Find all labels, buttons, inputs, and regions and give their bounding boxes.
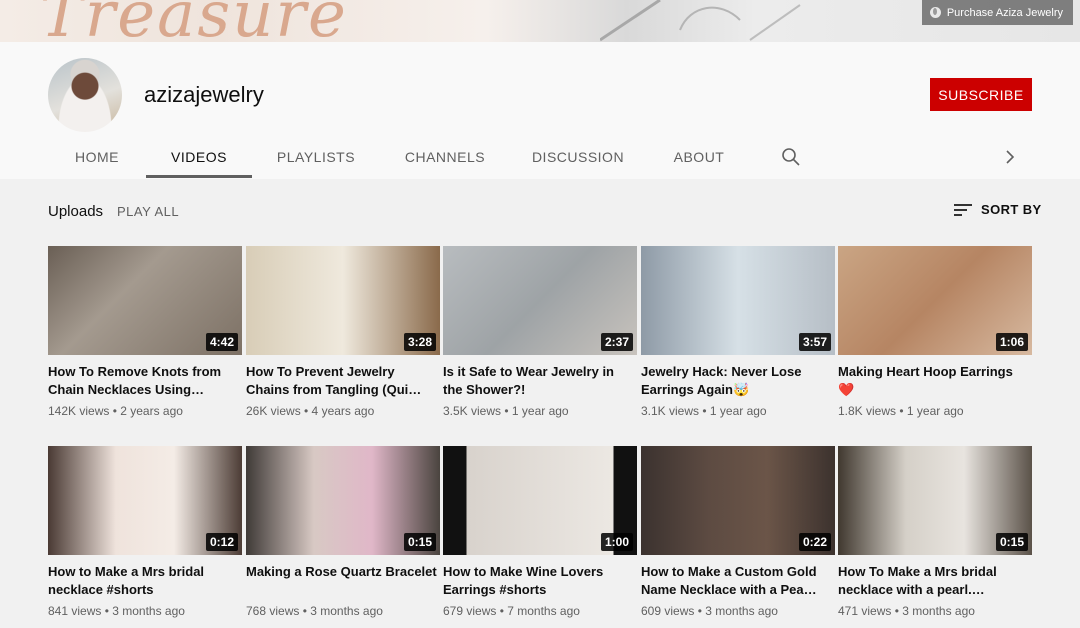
video-thumbnail[interactable]: 3:28 — [246, 246, 440, 355]
banner-link-label: Purchase Aziza Jewelry — [946, 6, 1063, 19]
video-title[interactable]: Making Heart Hoop Earrings ❤️ — [838, 363, 1032, 399]
video-duration: 3:28 — [403, 333, 436, 351]
video-duration: 0:15 — [403, 533, 436, 551]
video-duration: 1:00 — [600, 533, 633, 551]
sort-by-button[interactable]: SORT BY — [954, 202, 1042, 217]
video-duration: 3:57 — [798, 333, 831, 351]
video-title[interactable]: How To Make a Mrs bridal necklace with a… — [838, 563, 1032, 599]
video-meta: 1.8K views • 1 year ago — [838, 404, 964, 418]
globe-icon — [929, 7, 941, 18]
sort-by-label: SORT BY — [981, 202, 1042, 217]
video-duration: 0:12 — [205, 533, 238, 551]
video-meta: 768 views • 3 months ago — [246, 604, 383, 618]
video-title[interactable]: Making a Rose Quartz Bracelet — [246, 563, 440, 599]
video-meta: 26K views • 4 years ago — [246, 404, 375, 418]
banner-wire-art — [600, 0, 801, 42]
banner-script-text: Treasure — [40, 0, 348, 42]
tab-channels[interactable]: CHANNELS — [380, 134, 510, 179]
chevron-right-icon[interactable] — [1000, 147, 1020, 167]
video-title[interactable]: Jewelry Hack: Never Lose Earrings Again🤯 — [641, 363, 835, 399]
video-thumbnail[interactable]: 0:15 — [838, 446, 1032, 555]
video-duration: 1:06 — [995, 333, 1028, 351]
tab-home[interactable]: HOME — [48, 134, 146, 179]
video-thumbnail[interactable]: 4:42 — [48, 246, 242, 355]
video-duration: 4:42 — [205, 333, 238, 351]
video-title[interactable]: How to Make a Custom Gold Name Necklace … — [641, 563, 835, 599]
video-meta: 3.5K views • 1 year ago — [443, 404, 569, 418]
video-duration: 2:37 — [600, 333, 633, 351]
video-card[interactable]: 0:15 How To Make a Mrs bridal necklace w… — [838, 446, 1032, 618]
video-meta: 3.1K views • 1 year ago — [641, 404, 767, 418]
video-meta: 841 views • 3 months ago — [48, 604, 185, 618]
video-card[interactable]: 4:42 How To Remove Knots from Chain Neck… — [48, 246, 242, 418]
channel-banner: Treasure Purchase Aziza Jewelry — [0, 0, 1080, 42]
video-thumbnail[interactable]: 0:12 — [48, 446, 242, 555]
channel-tabs: HOME VIDEOS PLAYLISTS CHANNELS DISCUSSIO… — [48, 134, 1048, 179]
channel-name: azizajewelry — [144, 82, 264, 107]
video-title[interactable]: How To Remove Knots from Chain Necklaces… — [48, 363, 242, 399]
video-thumbnail[interactable]: 1:06 — [838, 246, 1032, 355]
subscribe-button[interactable]: SUBSCRIBE — [930, 78, 1032, 111]
banner-purchase-link[interactable]: Purchase Aziza Jewelry — [921, 0, 1073, 25]
play-all-button[interactable]: PLAY ALL — [117, 204, 179, 219]
video-card[interactable]: 0:12 How to Make a Mrs bridal necklace #… — [48, 446, 242, 618]
video-duration: 0:15 — [995, 533, 1028, 551]
video-title[interactable]: How to Make a Mrs bridal necklace #short… — [48, 563, 242, 599]
tab-discussion[interactable]: DISCUSSION — [510, 134, 646, 179]
video-thumbnail[interactable]: 2:37 — [443, 246, 637, 355]
video-card[interactable]: 1:06 Making Heart Hoop Earrings ❤️ 1.8K … — [838, 246, 1032, 418]
tab-about[interactable]: ABOUT — [646, 134, 752, 179]
channel-header: azizajewelry SUBSCRIBE HOME VIDEOS PLAYL… — [0, 42, 1080, 179]
video-card[interactable]: 2:37 Is it Safe to Wear Jewelry in the S… — [443, 246, 637, 418]
video-title[interactable]: Is it Safe to Wear Jewelry in the Shower… — [443, 363, 637, 399]
search-icon[interactable] — [781, 147, 801, 167]
tab-videos[interactable]: VIDEOS — [146, 134, 252, 179]
video-card[interactable]: 3:57 Jewelry Hack: Never Lose Earrings A… — [641, 246, 835, 418]
video-thumbnail[interactable]: 1:00 — [443, 446, 637, 555]
channel-avatar[interactable] — [48, 58, 122, 132]
video-card[interactable]: 0:22 How to Make a Custom Gold Name Neck… — [641, 446, 835, 618]
video-card[interactable]: 3:28 How To Prevent Jewelry Chains from … — [246, 246, 440, 418]
video-thumbnail[interactable]: 0:22 — [641, 446, 835, 555]
video-meta: 609 views • 3 months ago — [641, 604, 778, 618]
video-card[interactable]: 1:00 How to Make Wine Lovers Earrings #s… — [443, 446, 637, 618]
video-meta: 471 views • 3 months ago — [838, 604, 975, 618]
video-meta: 142K views • 2 years ago — [48, 404, 183, 418]
video-card[interactable]: 0:15 Making a Rose Quartz Bracelet 768 v… — [246, 446, 440, 618]
video-title[interactable]: How to Make Wine Lovers Earrings #shorts — [443, 563, 637, 599]
video-meta: 679 views • 7 months ago — [443, 604, 580, 618]
tab-playlists[interactable]: PLAYLISTS — [252, 134, 380, 179]
video-title[interactable]: How To Prevent Jewelry Chains from Tangl… — [246, 363, 440, 399]
video-duration: 0:22 — [798, 533, 831, 551]
uploads-title: Uploads — [48, 203, 104, 220]
video-thumbnail[interactable]: 0:15 — [246, 446, 440, 555]
video-thumbnail[interactable]: 3:57 — [641, 246, 835, 355]
sort-icon — [954, 203, 972, 217]
